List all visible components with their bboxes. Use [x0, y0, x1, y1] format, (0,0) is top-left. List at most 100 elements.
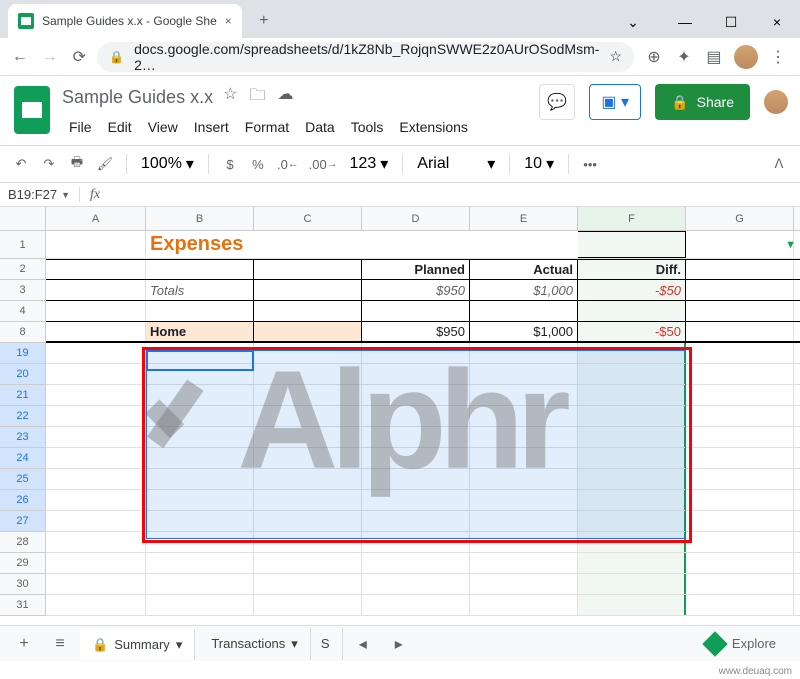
- col-header-e[interactable]: E: [470, 207, 578, 230]
- number-format-dropdown[interactable]: 123▾: [344, 154, 395, 174]
- star-icon[interactable]: ☆: [223, 84, 237, 111]
- totals-label: Totals: [146, 280, 254, 300]
- col-header-f[interactable]: F: [578, 207, 686, 230]
- all-sheets-button[interactable]: ≡: [44, 630, 76, 658]
- menu-file[interactable]: File: [62, 115, 99, 139]
- scroll-tabs-left[interactable]: ◂: [347, 630, 379, 658]
- menu-extensions[interactable]: Extensions: [392, 115, 474, 139]
- explore-button[interactable]: Explore: [690, 635, 792, 653]
- row-header[interactable]: 30: [0, 574, 46, 595]
- forward-button[interactable]: →: [38, 43, 62, 71]
- meet-button[interactable]: ▣ ▾: [589, 84, 641, 120]
- account-avatar[interactable]: [764, 90, 788, 114]
- sheets-logo[interactable]: [12, 84, 52, 136]
- row-header[interactable]: 29: [0, 553, 46, 574]
- header-actual: Actual: [470, 260, 578, 279]
- star-icon[interactable]: ☆: [609, 48, 622, 65]
- url-input[interactable]: 🔒 docs.google.com/spreadsheets/d/1kZ8Nb_…: [97, 42, 634, 72]
- row-header[interactable]: 2: [0, 259, 46, 280]
- undo-button[interactable]: ↶: [8, 151, 34, 177]
- home-diff: -$50: [578, 322, 686, 341]
- row-header[interactable]: 4: [0, 301, 46, 322]
- sheet-tab-summary[interactable]: 🔒 Summary ▾: [80, 628, 195, 660]
- menu-data[interactable]: Data: [298, 115, 342, 139]
- toolbar-more-button[interactable]: •••: [577, 151, 603, 177]
- chevron-down-icon[interactable]: ⌄: [610, 6, 656, 38]
- row-header[interactable]: 20: [0, 364, 46, 385]
- row-header[interactable]: 28: [0, 532, 46, 553]
- move-icon[interactable]: 🗀: [249, 84, 265, 111]
- url-text: docs.google.com/spreadsheets/d/1kZ8Nb_Ro…: [134, 41, 599, 73]
- percent-button[interactable]: %: [245, 151, 271, 177]
- scroll-tabs-right[interactable]: ▸: [383, 630, 415, 658]
- zoom-dropdown[interactable]: 100%▾: [135, 154, 200, 174]
- comment-history-button[interactable]: 💬: [539, 84, 575, 120]
- menu-tools[interactable]: Tools: [344, 115, 391, 139]
- menu-edit[interactable]: Edit: [101, 115, 139, 139]
- increase-decimal-button[interactable]: .00→: [305, 151, 342, 177]
- col-header-a[interactable]: A: [46, 207, 146, 230]
- share-button[interactable]: 🔒 Share: [655, 84, 750, 120]
- name-box[interactable]: B19:F27 ▼: [0, 187, 80, 202]
- menu-insert[interactable]: Insert: [187, 115, 236, 139]
- toolbar: ↶ ↷ 🖶 🖌 100%▾ $ % .0← .00→ 123▾ Arial▾ 1…: [0, 145, 800, 183]
- chevron-down-icon[interactable]: ▾: [176, 637, 183, 653]
- home-actual: $1,000: [470, 322, 578, 341]
- row-header[interactable]: 23: [0, 427, 46, 448]
- totals-diff: -$50: [578, 280, 686, 300]
- row-header[interactable]: 24: [0, 448, 46, 469]
- col-header-d[interactable]: D: [362, 207, 470, 230]
- extensions-icon[interactable]: ✦: [674, 47, 694, 67]
- spreadsheet-grid[interactable]: A B C D E F G 1 2 3 4 8 19 20 21 22 23 2…: [0, 207, 800, 665]
- cells-area[interactable]: Expenses ▼ Planned Actual Diff. Total: [46, 231, 800, 616]
- lock-icon: 🔒: [109, 50, 124, 64]
- sheet-tab-transactions[interactable]: Transactions ▾: [199, 628, 310, 660]
- translate-icon[interactable]: ⊕: [644, 47, 664, 67]
- row-header[interactable]: 8: [0, 322, 46, 343]
- maximize-button[interactable]: ☐: [708, 6, 754, 38]
- footer-link: www.deuaq.com: [719, 666, 792, 677]
- window-controls: ⌄ — ☐ ×: [610, 6, 800, 38]
- close-tab-icon[interactable]: ×: [225, 14, 232, 28]
- paint-format-button[interactable]: 🖌: [92, 151, 118, 177]
- close-window-button[interactable]: ×: [754, 6, 800, 38]
- chevron-down-icon[interactable]: ▾: [291, 636, 298, 652]
- new-tab-button[interactable]: +: [250, 7, 278, 35]
- row-header[interactable]: 26: [0, 490, 46, 511]
- row-header[interactable]: 19: [0, 343, 46, 364]
- document-title[interactable]: Sample Guides x.x: [62, 87, 213, 108]
- font-size-dropdown[interactable]: 10▾: [518, 154, 560, 174]
- menu-view[interactable]: View: [141, 115, 185, 139]
- row-header[interactable]: 31: [0, 595, 46, 616]
- minimize-button[interactable]: —: [662, 6, 708, 38]
- currency-button[interactable]: $: [217, 151, 243, 177]
- col-header-b[interactable]: B: [146, 207, 254, 230]
- reload-button[interactable]: ⟳: [67, 43, 91, 71]
- col-header-c[interactable]: C: [254, 207, 362, 230]
- decrease-decimal-button[interactable]: .0←: [273, 151, 303, 177]
- menu-format[interactable]: Format: [238, 115, 296, 139]
- collapse-toolbar-button[interactable]: ᐱ: [766, 151, 792, 177]
- redo-button[interactable]: ↷: [36, 151, 62, 177]
- add-sheet-button[interactable]: +: [8, 630, 40, 658]
- browser-tab[interactable]: Sample Guides x.x - Google She ×: [8, 4, 242, 38]
- chrome-menu-icon[interactable]: ⋮: [768, 47, 788, 67]
- profile-avatar[interactable]: [734, 45, 758, 69]
- extension-icon[interactable]: ▤: [704, 47, 724, 67]
- row-header[interactable]: 1: [0, 231, 46, 259]
- col-header-g[interactable]: G: [686, 207, 794, 230]
- sheet-tab-bar: + ≡ 🔒 Summary ▾ Transactions ▾ S ◂ ▸ Exp…: [0, 625, 800, 661]
- font-dropdown[interactable]: Arial▾: [411, 154, 501, 174]
- active-cell: [146, 350, 254, 371]
- back-button[interactable]: ←: [8, 43, 32, 71]
- cloud-status-icon[interactable]: ☁: [277, 84, 293, 111]
- row-header[interactable]: 22: [0, 406, 46, 427]
- column-headers: A B C D E F G: [0, 207, 800, 231]
- row-header[interactable]: 3: [0, 280, 46, 301]
- row-header[interactable]: 21: [0, 385, 46, 406]
- row-header[interactable]: 25: [0, 469, 46, 490]
- row-header[interactable]: 27: [0, 511, 46, 532]
- sheet-tab-other[interactable]: S: [315, 628, 343, 660]
- print-button[interactable]: 🖶: [64, 151, 90, 177]
- select-all-corner[interactable]: [0, 207, 46, 230]
